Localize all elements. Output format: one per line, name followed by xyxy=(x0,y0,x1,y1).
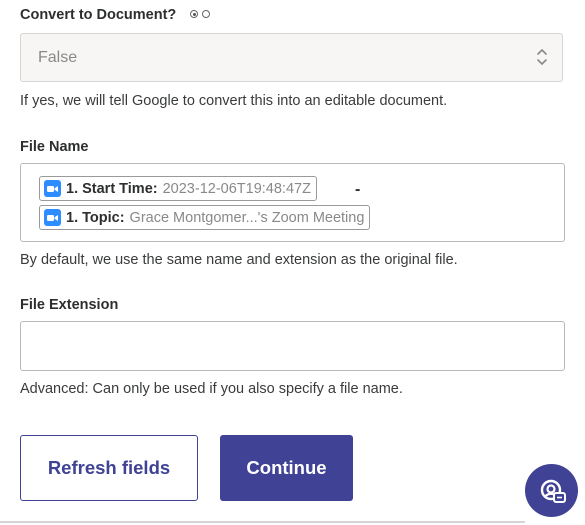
mapped-field-value: Grace Montgomer...'s Zoom Meeting xyxy=(129,209,365,226)
file-name-label: File Name xyxy=(20,139,89,155)
mapped-field-start-time[interactable]: 1. Start Time: 2023-12-06T19:48:47Z xyxy=(39,176,317,201)
mapped-field-label: 1. Start Time: xyxy=(66,180,158,197)
file-extension-label: File Extension xyxy=(20,297,119,313)
radio-toggle-group[interactable] xyxy=(190,10,211,18)
file-name-field[interactable]: 1. Start Time: 2023-12-06T19:48:47Z - 1.… xyxy=(20,163,565,242)
radio-option-custom[interactable] xyxy=(202,10,211,18)
bottom-divider xyxy=(0,521,525,523)
support-agent-icon xyxy=(540,479,566,503)
mapped-field-value: 2023-12-06T19:48:47Z xyxy=(162,180,311,197)
convert-help-text: If yes, we will tell Google to convert t… xyxy=(20,93,448,109)
help-chat-button[interactable] xyxy=(525,464,578,517)
convert-select-value: False xyxy=(38,48,78,66)
radio-option-fixed[interactable] xyxy=(190,10,199,18)
convert-label-text: Convert to Document? xyxy=(20,7,177,23)
continue-button[interactable]: Continue xyxy=(220,435,353,501)
convert-field-label: Convert to Document? xyxy=(20,7,211,23)
convert-select[interactable]: False xyxy=(20,33,563,82)
zoom-icon xyxy=(44,180,61,197)
file-extension-help-text: Advanced: Can only be used if you also s… xyxy=(20,381,403,397)
chevron-up-down-icon xyxy=(537,49,547,65)
mapped-field-label: 1. Topic: xyxy=(66,209,125,226)
file-extension-input[interactable] xyxy=(20,321,565,371)
zoom-icon xyxy=(44,209,61,226)
file-name-separator: - xyxy=(355,181,361,198)
mapped-field-topic[interactable]: 1. Topic: Grace Montgomer...'s Zoom Meet… xyxy=(39,205,371,230)
file-name-help-text: By default, we use the same name and ext… xyxy=(20,252,458,268)
refresh-fields-button[interactable]: Refresh fields xyxy=(20,435,198,501)
